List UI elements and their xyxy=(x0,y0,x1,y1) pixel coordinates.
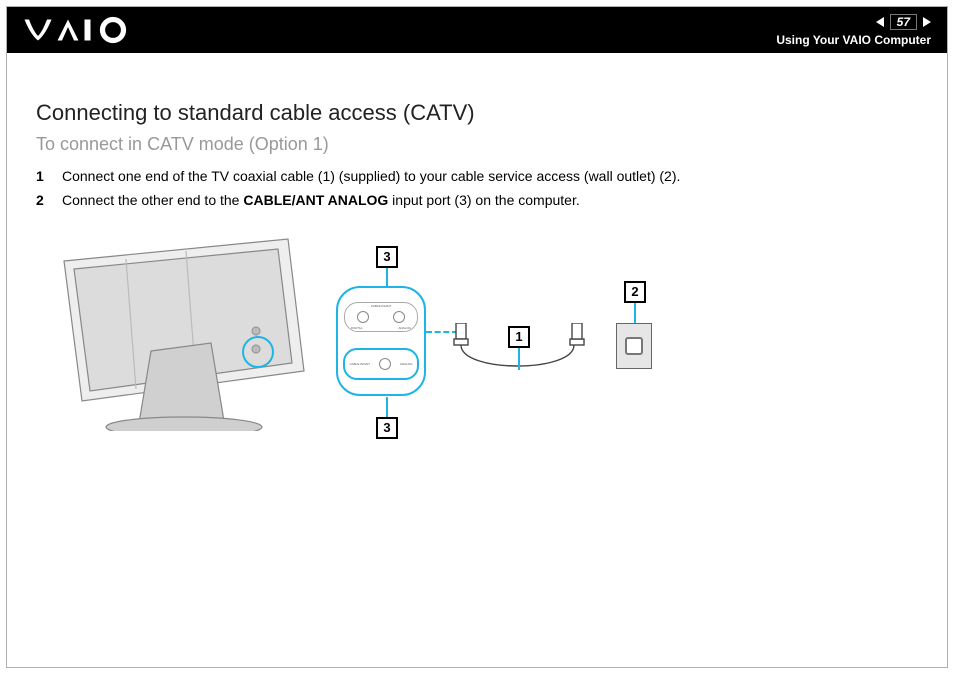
vaio-logo xyxy=(23,7,143,53)
step-text: Connect the other end to the CABLE/ANT A… xyxy=(62,189,580,213)
section-name: Using Your VAIO Computer xyxy=(776,33,931,47)
next-page-arrow-icon[interactable] xyxy=(923,17,931,27)
port-row-analog-selected: CABLE IN/ANT ANALOG xyxy=(343,348,419,380)
callout-2-wall: 2 xyxy=(624,281,646,323)
header-bar: 57 Using Your VAIO Computer xyxy=(7,7,947,53)
steps-list: 1 Connect one end of the TV coaxial cabl… xyxy=(36,165,918,213)
coax-jack-icon xyxy=(379,358,391,370)
callout-3-top: 3 xyxy=(376,246,398,288)
page-number: 57 xyxy=(890,14,917,30)
callout-3-bottom: 3 xyxy=(376,397,398,439)
callout-label: 3 xyxy=(376,417,398,439)
wall-outlet-illustration xyxy=(616,323,652,369)
port-panel-inset: CABLE IN/ANT DIGITAL ANALOG CABLE IN/ANT… xyxy=(336,286,426,396)
step-item: 1 Connect one end of the TV coaxial cabl… xyxy=(36,165,918,189)
page-subheading: To connect in CATV mode (Option 1) xyxy=(36,134,918,155)
coax-jack-icon xyxy=(357,311,369,323)
step-item: 2 Connect the other end to the CABLE/ANT… xyxy=(36,189,918,213)
step-number: 1 xyxy=(36,165,50,189)
callout-label: 1 xyxy=(508,326,530,348)
step-number: 2 xyxy=(36,189,50,213)
callout-1-cable: 1 xyxy=(508,326,530,370)
page-heading: Connecting to standard cable access (CAT… xyxy=(36,100,918,126)
computer-back-illustration xyxy=(56,231,316,431)
prev-page-arrow-icon[interactable] xyxy=(876,17,884,27)
callout-label: 2 xyxy=(624,281,646,303)
page-content: Connecting to standard cable access (CAT… xyxy=(36,100,918,451)
step-text: Connect one end of the TV coaxial cable … xyxy=(62,165,680,189)
wall-outlet-plate-icon xyxy=(625,337,643,355)
coax-jack-icon xyxy=(393,311,405,323)
page-nav: 57 xyxy=(876,14,931,30)
port-highlight-circle-icon xyxy=(242,336,274,368)
port-row-digital-analog: CABLE IN/ANT DIGITAL ANALOG xyxy=(344,302,418,332)
callout-label: 3 xyxy=(376,246,398,268)
header-right: 57 Using Your VAIO Computer xyxy=(776,14,931,47)
connection-diagram: CABLE IN/ANT DIGITAL ANALOG CABLE IN/ANT… xyxy=(36,231,656,451)
